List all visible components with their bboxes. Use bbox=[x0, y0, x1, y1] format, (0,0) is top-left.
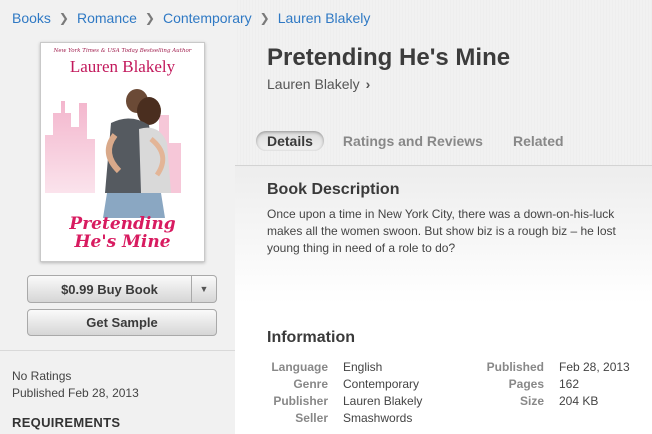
info-row-publisher: Publisher Lauren Blakely bbox=[262, 393, 422, 410]
info-row-size: Size 204 KB bbox=[470, 393, 630, 410]
info-row-pages: Pages 162 bbox=[470, 376, 630, 393]
chevron-right-icon: ❯ bbox=[144, 11, 155, 25]
rating-summary: No Ratings Published Feb 28, 2013 bbox=[12, 368, 139, 402]
info-key: Size bbox=[519, 394, 544, 408]
info-key: Published bbox=[486, 360, 544, 374]
breadcrumb-contemporary[interactable]: Contemporary bbox=[163, 10, 252, 26]
info-column-right: Published Feb 28, 2013 Pages 162 Size 20… bbox=[470, 359, 630, 410]
breadcrumb-author[interactable]: Lauren Blakely bbox=[278, 10, 371, 26]
info-value: 162 bbox=[559, 377, 580, 391]
cover-title-line: He's Mine bbox=[74, 232, 171, 252]
author-link[interactable]: Lauren Blakely › bbox=[267, 76, 370, 92]
get-sample-button[interactable]: Get Sample bbox=[27, 309, 217, 336]
info-row-seller: Seller Smashwords bbox=[262, 410, 422, 427]
cover-author: Lauren Blakely bbox=[69, 57, 176, 76]
description-heading: Book Description bbox=[267, 181, 400, 198]
info-value: Contemporary bbox=[343, 377, 420, 391]
info-key: Pages bbox=[508, 377, 544, 391]
info-key: Seller bbox=[295, 411, 328, 425]
chevron-right-icon: ❯ bbox=[259, 11, 270, 25]
rating-status: No Ratings bbox=[12, 369, 72, 383]
info-row-language: Language English bbox=[262, 359, 422, 376]
cover-tagline: New York Times & USA Today Bestselling A… bbox=[53, 48, 192, 54]
cover-title: Pretending He's Mine bbox=[41, 215, 204, 251]
description-line: young thing in need of a role to do? bbox=[267, 241, 456, 255]
info-column-left: Language English Genre Contemporary Publ… bbox=[262, 359, 422, 427]
book-cover[interactable]: New York Times & USA Today Bestselling A… bbox=[40, 42, 205, 262]
tab-ratings-and-reviews[interactable]: Ratings and Reviews bbox=[332, 131, 494, 151]
info-row-published: Published Feb 28, 2013 bbox=[470, 359, 630, 376]
triangle-down-icon: ▼ bbox=[199, 284, 209, 294]
buy-book-button[interactable]: $0.99 Buy Book bbox=[27, 275, 192, 303]
requirements-heading: REQUIREMENTS bbox=[12, 415, 121, 430]
left-divider bbox=[0, 350, 235, 351]
chevron-right-icon: › bbox=[365, 76, 371, 92]
tab-related[interactable]: Related bbox=[502, 131, 575, 151]
info-value: English bbox=[343, 360, 383, 374]
cover-title-line: Pretending bbox=[69, 214, 176, 234]
description-line: Once upon a time in New York City, there… bbox=[267, 207, 615, 221]
info-value: Feb 28, 2013 bbox=[559, 360, 630, 374]
tab-details[interactable]: Details bbox=[256, 131, 324, 151]
book-title: Pretending He's Mine bbox=[267, 44, 511, 71]
author-name: Lauren Blakely bbox=[267, 76, 360, 92]
published-date: Published Feb 28, 2013 bbox=[12, 386, 139, 400]
info-value: Smashwords bbox=[343, 411, 413, 425]
info-row-genre: Genre Contemporary bbox=[262, 376, 422, 393]
buy-control: $0.99 Buy Book ▼ bbox=[27, 275, 217, 303]
chevron-right-icon: ❯ bbox=[58, 11, 69, 25]
breadcrumb-books[interactable]: Books bbox=[12, 10, 51, 26]
information-heading: Information bbox=[267, 329, 355, 346]
breadcrumb-romance[interactable]: Romance bbox=[77, 10, 137, 26]
info-key: Language bbox=[271, 360, 328, 374]
info-key: Genre bbox=[293, 377, 328, 391]
tab-bar: Details Ratings and Reviews Related bbox=[256, 131, 583, 151]
info-value: 204 KB bbox=[559, 394, 599, 408]
book-description: Once upon a time in New York City, there… bbox=[267, 206, 652, 257]
buy-options-button[interactable]: ▼ bbox=[192, 275, 217, 303]
breadcrumb: Books ❯ Romance ❯ Contemporary ❯ Lauren … bbox=[12, 10, 370, 26]
description-line: makes all the women swoon. But show biz … bbox=[267, 224, 616, 238]
info-value: Lauren Blakely bbox=[343, 394, 423, 408]
info-key: Publisher bbox=[273, 394, 328, 408]
